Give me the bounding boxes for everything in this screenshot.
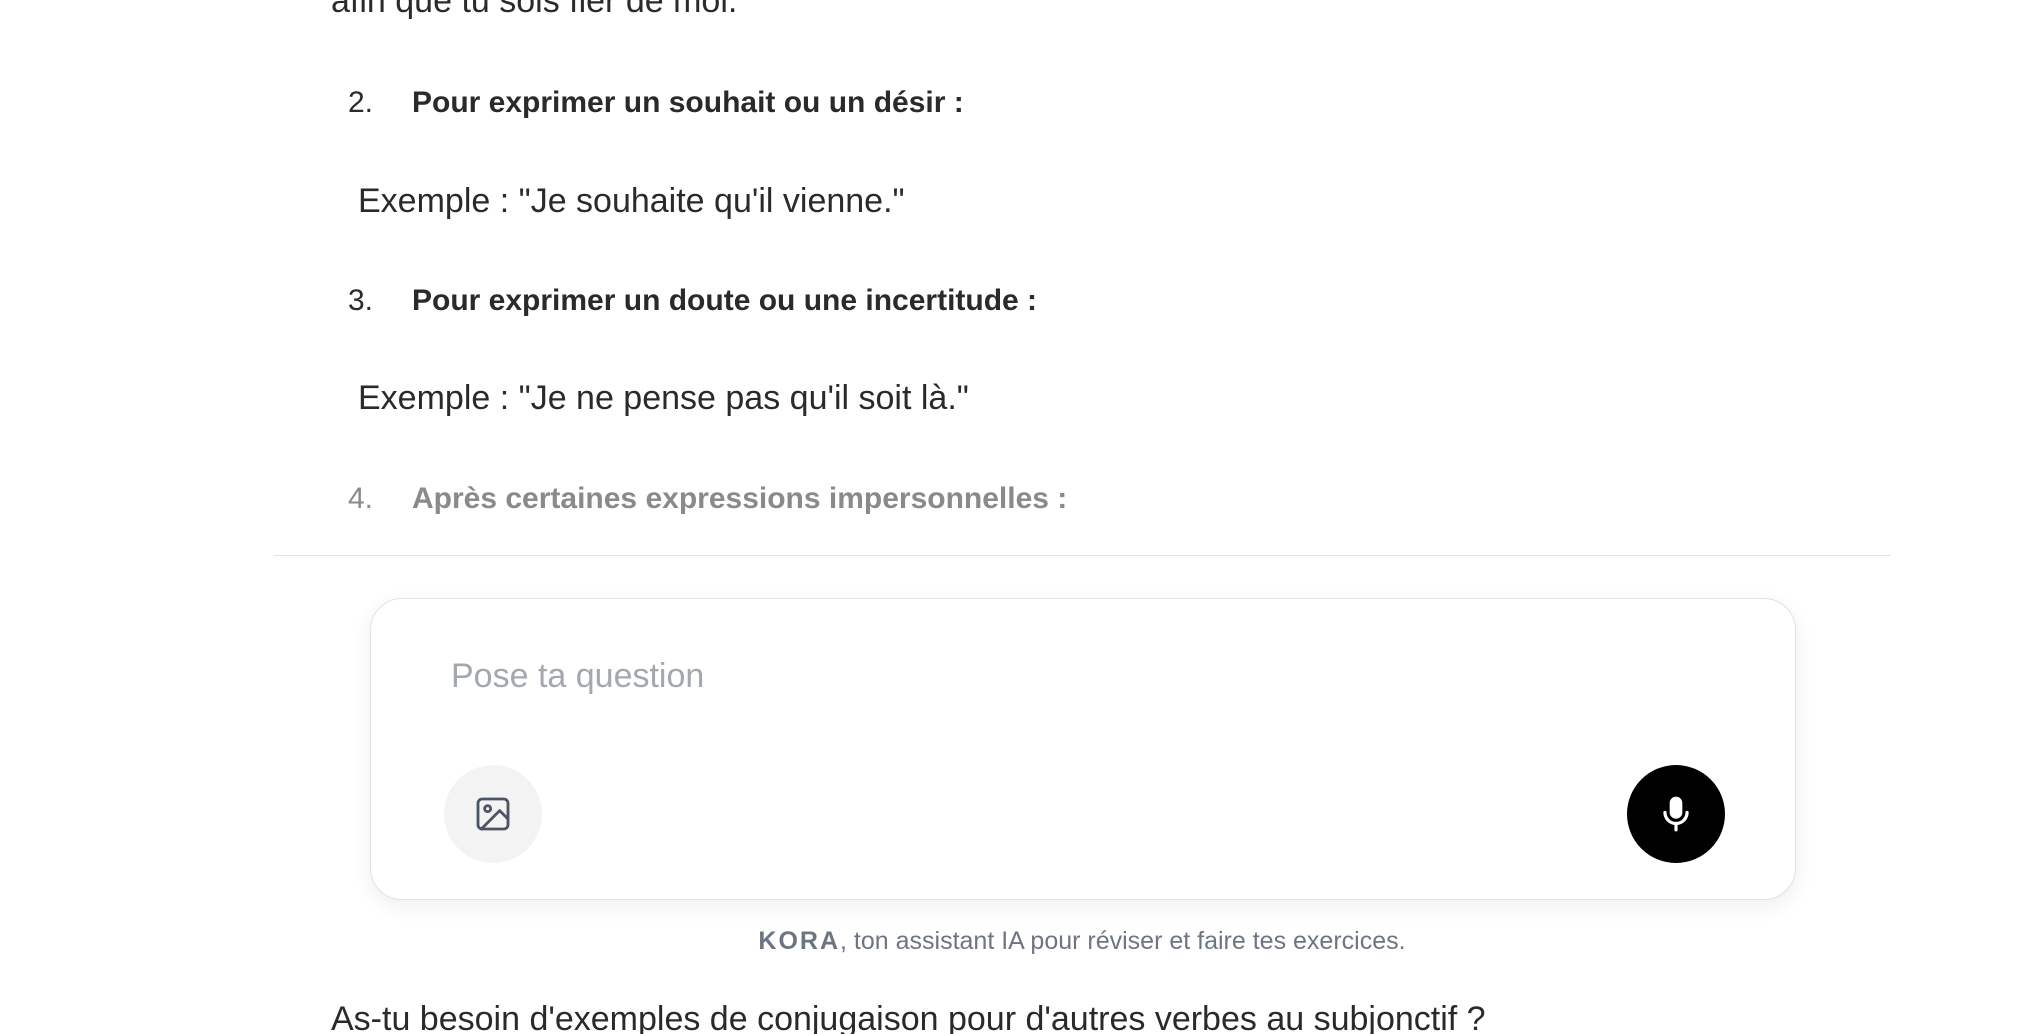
tagline-text: , ton assistant IA pour réviser et faire… <box>840 927 1406 955</box>
attach-image-button[interactable] <box>444 765 542 863</box>
voice-input-button[interactable] <box>1627 765 1725 863</box>
list-item-2: 2. Pour exprimer un souhait ou un désir … <box>348 86 964 120</box>
list-item-heading: Pour exprimer un doute ou une incertitud… <box>412 284 1038 317</box>
followup-question: As-tu besoin d'exemples de conjugaison p… <box>331 1000 1486 1034</box>
microphone-icon <box>1657 795 1695 833</box>
list-item-4: 4. Après certaines expressions impersonn… <box>348 482 1067 516</box>
list-item-number: 3. <box>348 284 374 317</box>
divider <box>274 555 1891 556</box>
example-text: Exemple : "Je souhaite qu'il vienne." <box>358 182 905 220</box>
question-input[interactable] <box>451 651 1651 701</box>
list-item-3: 3. Pour exprimer un doute ou une incerti… <box>348 284 1037 318</box>
list-item-heading: Pour exprimer un souhait ou un désir : <box>412 86 964 119</box>
example-text: Exemple : "Je ne pense pas qu'il soit là… <box>358 379 969 417</box>
image-icon <box>473 794 513 834</box>
previous-message-line: afin que tu sois fier de moi." <box>331 0 750 20</box>
message-thread: afin que tu sois fier de moi." 2. Pour e… <box>0 0 2036 556</box>
list-item-heading: Après certaines expressions impersonnell… <box>412 482 1068 515</box>
chat-page: afin que tu sois fier de moi." 2. Pour e… <box>0 0 2036 1034</box>
list-item-number: 4. <box>348 482 374 515</box>
brand-name: KORA <box>758 927 841 955</box>
list-item-number: 2. <box>348 86 374 119</box>
message-composer <box>370 598 1796 900</box>
assistant-tagline: KORA, ton assistant IA pour réviser et f… <box>0 927 2036 956</box>
